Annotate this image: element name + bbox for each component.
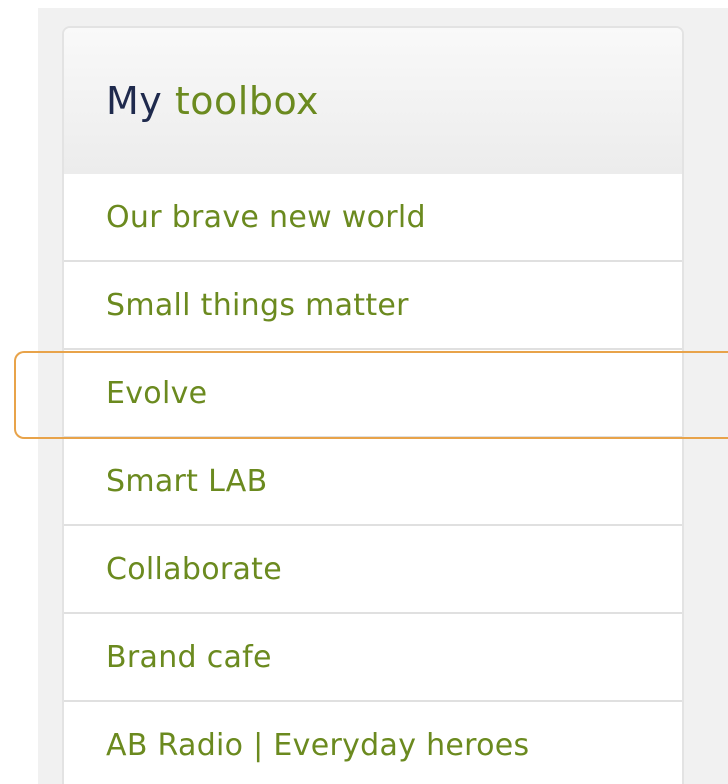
toolbox-title-prefix: My bbox=[106, 79, 163, 123]
menu-link-brand-cafe[interactable]: Brand cafe bbox=[106, 640, 272, 675]
toolbox-panel: My toolbox Our brave new world Small thi… bbox=[62, 26, 684, 784]
menu-link-collaborate[interactable]: Collaborate bbox=[106, 552, 282, 587]
menu-link-evolve[interactable]: Evolve bbox=[106, 376, 207, 411]
menu-item-small-things-matter[interactable]: Small things matter bbox=[64, 262, 682, 350]
menu-link-small-things-matter[interactable]: Small things matter bbox=[106, 288, 409, 323]
menu-item-smart-lab[interactable]: Smart LAB bbox=[64, 438, 682, 526]
menu-item-collaborate[interactable]: Collaborate bbox=[64, 526, 682, 614]
toolbox-title: My toolbox bbox=[106, 82, 319, 120]
menu-link-smart-lab[interactable]: Smart LAB bbox=[106, 464, 268, 499]
toolbox-menu: Our brave new world Small things matter … bbox=[64, 174, 682, 784]
menu-item-brand-cafe[interactable]: Brand cafe bbox=[64, 614, 682, 702]
toolbox-header: My toolbox bbox=[64, 28, 682, 174]
toolbox-title-accent: toolbox bbox=[174, 79, 320, 123]
menu-link-our-brave-new-world[interactable]: Our brave new world bbox=[106, 200, 426, 235]
menu-item-ab-radio[interactable]: AB Radio | Everyday heroes bbox=[64, 702, 682, 784]
menu-item-our-brave-new-world[interactable]: Our brave new world bbox=[64, 174, 682, 262]
menu-item-evolve[interactable]: Evolve bbox=[64, 350, 682, 438]
menu-link-ab-radio[interactable]: AB Radio | Everyday heroes bbox=[106, 728, 529, 763]
